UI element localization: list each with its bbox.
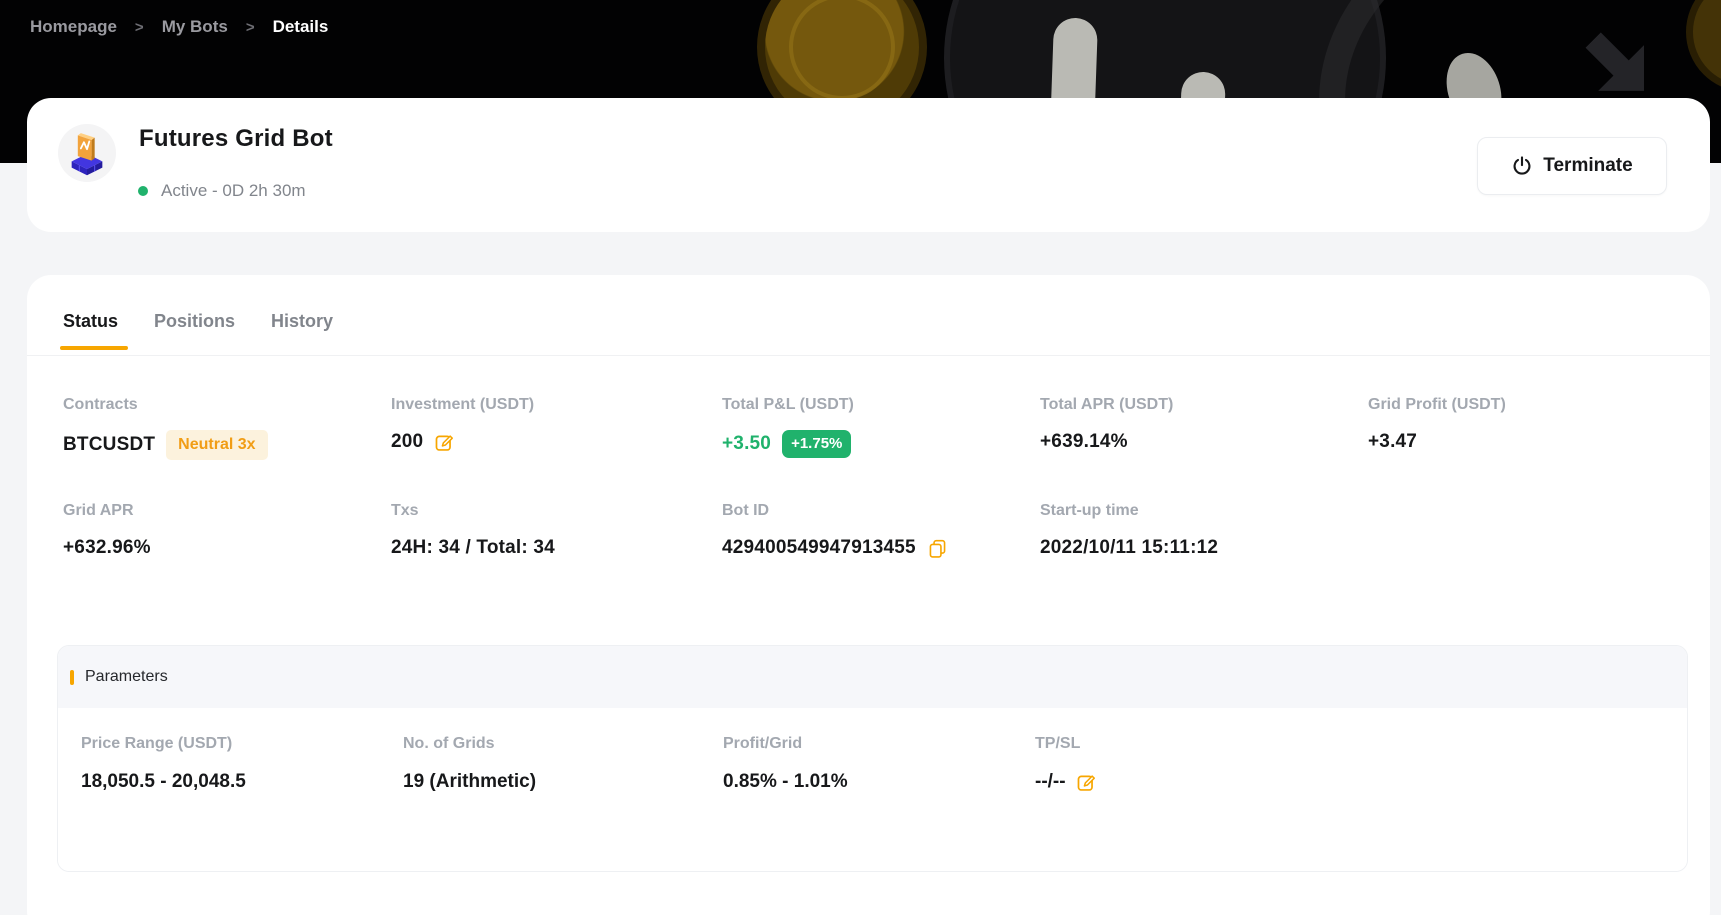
stat-grid-profit: Grid Profit (USDT) +3.47 [1368, 395, 1506, 454]
copy-icon [927, 538, 948, 559]
breadcrumb-separator-icon: > [135, 19, 144, 36]
stat-label: Bot ID [722, 501, 948, 521]
stat-grid-apr: Grid APR +632.96% [63, 501, 151, 560]
section-marker-icon [70, 670, 74, 685]
stat-value: 429400549947913455 [722, 536, 916, 560]
param-profit-grid: Profit/Grid 0.85% - 1.01% [723, 734, 848, 794]
terminate-button[interactable]: Terminate [1477, 137, 1667, 195]
stat-investment: Investment (USDT) 200 [391, 395, 534, 454]
breadcrumb-my-bots[interactable]: My Bots [162, 17, 228, 37]
bot-header-card: Futures Grid Bot Active - 0D 2h 30m Term… [27, 98, 1710, 232]
param-tp-sl: TP/SL --/-- [1035, 734, 1097, 794]
grid-bot-icon [64, 130, 110, 176]
breadcrumb-details: Details [273, 17, 329, 37]
param-label: No. of Grids [403, 734, 536, 754]
stat-contracts: Contracts BTCUSDT Neutral 3x [63, 395, 268, 460]
breadcrumb-homepage[interactable]: Homepage [30, 17, 117, 37]
stat-startup-time: Start-up time 2022/10/11 15:11:12 [1040, 501, 1218, 560]
tab-positions[interactable]: Positions [154, 311, 235, 332]
stat-value: +3.50 [722, 432, 771, 456]
parameters-body: Price Range (USDT) 18,050.5 - 20,048.5 N… [58, 708, 1687, 872]
tab-history[interactable]: History [271, 311, 333, 332]
edit-investment-button[interactable] [434, 432, 455, 453]
stat-label: Investment (USDT) [391, 395, 534, 415]
stat-value: +632.96% [63, 536, 151, 560]
stat-value: +3.47 [1368, 430, 1417, 454]
stat-label: Start-up time [1040, 501, 1218, 521]
bot-details-card: Status Positions History Contracts BTCUS… [27, 275, 1710, 915]
edit-tp-sl-button[interactable] [1076, 772, 1097, 793]
bot-status: Active - 0D 2h 30m [138, 181, 306, 201]
status-text: Active - 0D 2h 30m [161, 181, 306, 201]
param-no-of-grids: No. of Grids 19 (Arithmetic) [403, 734, 536, 794]
copy-bot-id-button[interactable] [927, 538, 948, 559]
stat-value: BTCUSDT [63, 433, 155, 457]
bot-avatar [58, 124, 116, 182]
tab-status[interactable]: Status [63, 311, 118, 332]
stat-label: Total P&L (USDT) [722, 395, 854, 415]
stat-value: 24H: 34 / Total: 34 [391, 536, 555, 560]
stat-total-apr: Total APR (USDT) +639.14% [1040, 395, 1173, 454]
stat-label: Grid Profit (USDT) [1368, 395, 1506, 415]
parameters-panel: Parameters Price Range (USDT) 18,050.5 -… [57, 645, 1688, 872]
detail-tabs: Status Positions History [63, 311, 333, 332]
parameters-header: Parameters [58, 646, 1687, 708]
stat-label: Contracts [63, 395, 268, 415]
stat-value: +639.14% [1040, 430, 1128, 454]
stat-bot-id: Bot ID 429400549947913455 [722, 501, 948, 560]
status-dot-icon [138, 186, 148, 196]
page-title: Futures Grid Bot [139, 125, 333, 153]
power-icon [1511, 155, 1533, 177]
breadcrumb-separator-icon: > [246, 19, 255, 36]
param-price-range: Price Range (USDT) 18,050.5 - 20,048.5 [81, 734, 246, 794]
stat-label: Txs [391, 501, 555, 521]
param-value: --/-- [1035, 770, 1066, 794]
terminate-button-label: Terminate [1543, 155, 1632, 177]
leverage-badge: Neutral 3x [166, 430, 267, 460]
stat-label: Grid APR [63, 501, 151, 521]
param-value: 19 (Arithmetic) [403, 770, 536, 794]
banner-coin-icon [1686, 0, 1721, 92]
stat-txs: Txs 24H: 34 / Total: 34 [391, 501, 555, 560]
param-value: 18,050.5 - 20,048.5 [81, 770, 246, 794]
edit-icon [1076, 772, 1097, 793]
breadcrumb: Homepage > My Bots > Details [30, 17, 328, 37]
param-value: 0.85% - 1.01% [723, 770, 848, 794]
stat-value: 2022/10/11 15:11:12 [1040, 536, 1218, 560]
edit-icon [434, 432, 455, 453]
parameters-title: Parameters [85, 668, 168, 686]
param-label: TP/SL [1035, 734, 1097, 754]
stat-label: Total APR (USDT) [1040, 395, 1173, 415]
active-tab-indicator [60, 346, 128, 350]
divider [27, 355, 1710, 356]
param-label: Price Range (USDT) [81, 734, 246, 754]
stat-total-pnl: Total P&L (USDT) +3.50 +1.75% [722, 395, 854, 458]
pnl-percent-badge: +1.75% [782, 430, 851, 458]
param-label: Profit/Grid [723, 734, 848, 754]
stat-value: 200 [391, 430, 423, 454]
